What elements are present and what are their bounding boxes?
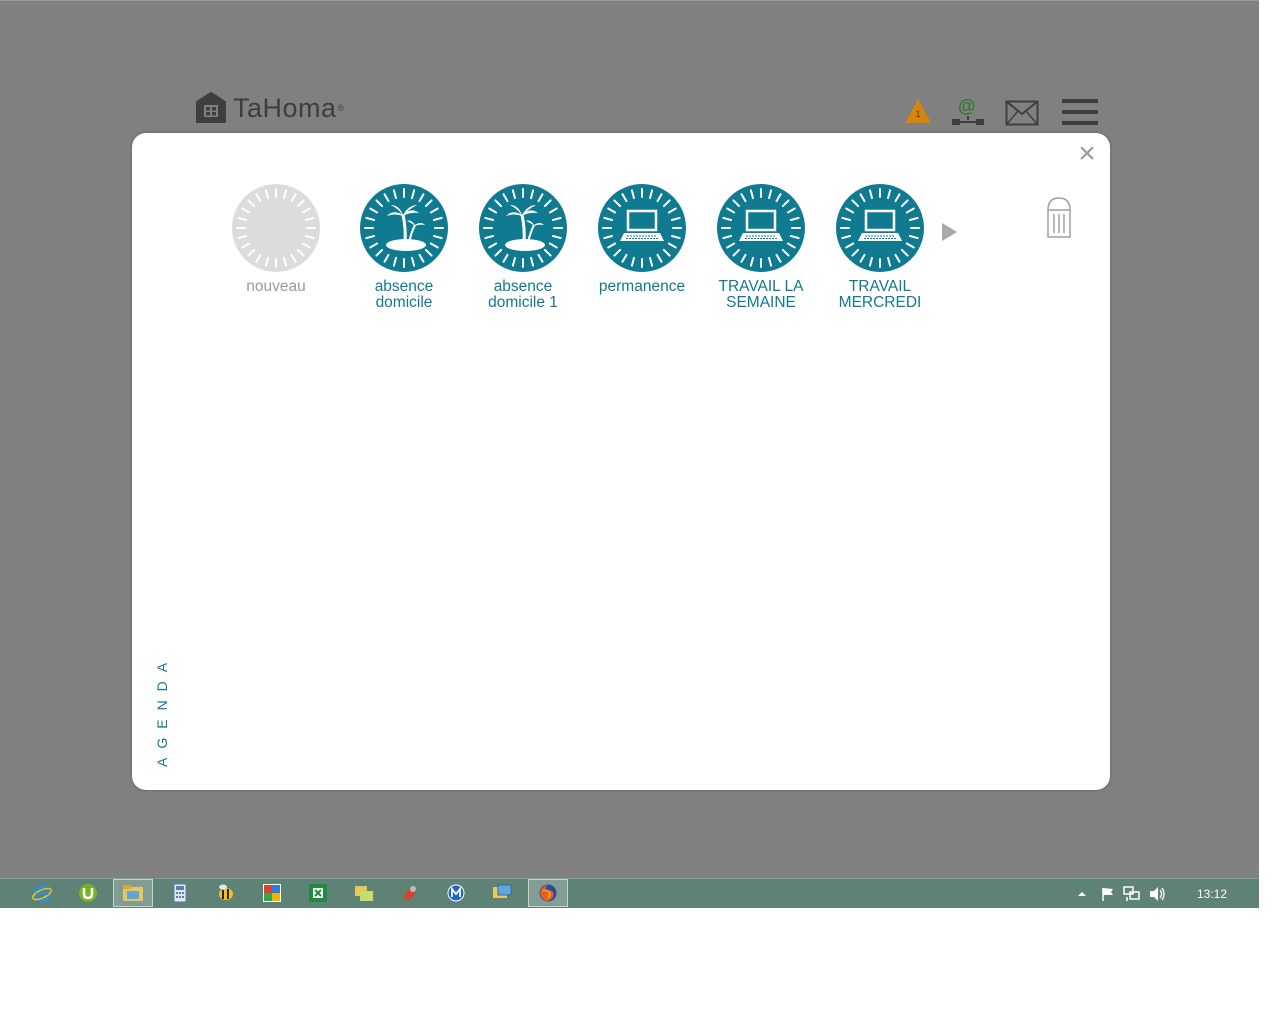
close-icon: × [1078,137,1096,170]
network-icon[interactable] [1123,879,1141,908]
remote-desktop-icon[interactable] [482,879,522,907]
laptop-icon [836,184,924,272]
internet-explorer-icon[interactable] [22,879,62,907]
tahoma-logo: TaHoma ® [194,90,344,126]
agenda-side-title: AGENDA [154,645,178,767]
bee-app-icon[interactable] [206,879,246,907]
scenario-new[interactable]: nouveau [221,183,331,295]
scenario-travail-mercredi[interactable]: TRAVAIL MERCREDI [825,183,935,311]
laptop-icon [717,184,805,272]
house-icon [196,92,226,123]
palm-island-icon [479,184,567,272]
alert-count: 1 [915,109,921,119]
malwarebytes-icon[interactable] [436,879,476,907]
scenario-travail-la-semaine[interactable]: TRAVAIL LA SEMAINE [706,183,816,311]
trash-button[interactable] [1044,196,1074,245]
scenario-label: TRAVAIL MERCREDI [838,278,922,311]
scenario-absence-domicile[interactable]: absence domicile [349,183,459,311]
excel-icon[interactable] [298,879,338,907]
scenario-absence-domicile-1[interactable]: absence domicile 1 [468,183,578,311]
palm-island-icon [360,184,448,272]
calculator-icon[interactable] [160,879,200,907]
folders-icon[interactable] [344,879,384,907]
scenario-label: TRAVAIL LA SEMAINE [718,278,804,311]
laptop-icon [598,184,686,272]
mail-icon[interactable] [1005,100,1039,131]
agenda-dialog: × nouveau absence domicile absence domic… [132,133,1110,790]
next-arrow-icon[interactable] [942,223,957,241]
file-explorer-icon[interactable] [113,879,153,907]
close-button[interactable]: × [1074,139,1100,169]
scenario-label: absence domicile 1 [488,278,558,311]
agenda-title-text: AGENDA [154,653,170,767]
volume-icon[interactable] [1148,879,1166,908]
scenario-label: permanence [598,278,686,295]
windows-taskbar: 13:12 [0,878,1259,908]
start-button[interactable] [0,879,6,907]
show-hidden-icons-icon[interactable] [1076,879,1088,908]
trash-icon [1047,197,1071,238]
scenario-permanence[interactable]: permanence [587,183,697,295]
top-divider [0,0,1259,1]
picasa-icon[interactable] [252,879,292,907]
utorrent-icon[interactable] [68,879,108,907]
firefox-icon[interactable] [528,879,568,907]
warning-icon[interactable]: 1 [903,96,933,131]
scenario-label: absence domicile [374,278,434,311]
connection-icon[interactable]: @ [950,96,986,128]
brand-name: TaHoma [233,92,337,123]
tools-icon[interactable] [390,879,430,907]
action-center-flag-icon[interactable] [1100,879,1116,908]
empty-clock-icon [232,184,320,272]
scenario-label: nouveau [246,278,306,295]
taskbar-clock[interactable]: 13:12 [1186,879,1238,908]
registered-mark: ® [337,103,345,113]
menu-icon[interactable] [1061,97,1099,134]
desktop-background: TaHoma ® 1 @ × nouveau absence domicile … [0,0,1259,908]
